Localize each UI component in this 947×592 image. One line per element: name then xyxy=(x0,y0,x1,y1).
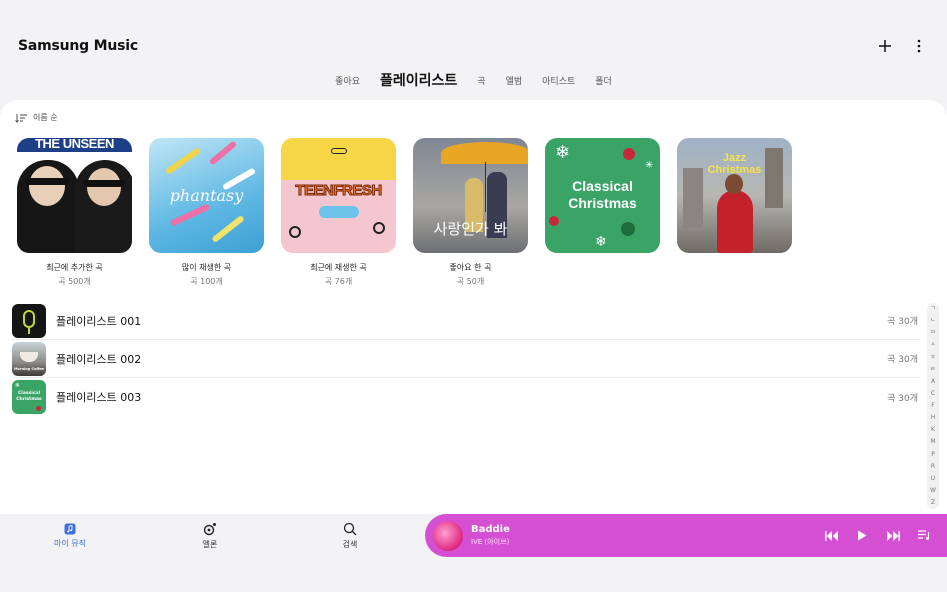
featured-card-classical-christmas[interactable]: ❄ ✳ ❄ Classical Christmas xyxy=(545,138,660,287)
top-actions xyxy=(875,36,929,56)
index-letter[interactable]: ㅌ xyxy=(930,366,936,373)
app-title: Samsung Music xyxy=(18,38,139,54)
now-playing-info: Baddie IVE (아이브) xyxy=(471,524,824,547)
playlist-title: 플레이리스트 002 xyxy=(56,352,142,366)
cover-text: Jazz Christmas xyxy=(707,152,762,176)
now-playing-title: Baddie xyxy=(471,524,510,535)
playlist-count: 곡 30개 xyxy=(887,317,918,327)
index-letter[interactable]: ㅅ xyxy=(930,342,936,348)
mini-player[interactable]: Baddie IVE (아이브) xyxy=(425,514,947,557)
featured-card-jazz-christmas[interactable]: Jazz Christmas xyxy=(677,138,792,287)
previous-track-icon[interactable] xyxy=(824,529,838,543)
index-letter[interactable]: W xyxy=(930,487,936,494)
melon-icon xyxy=(203,523,216,536)
featured-card-recently-added[interactable]: THE UNSEEN 최근에 추가한 곡 곡 500개 xyxy=(17,138,132,287)
playlist-content: 이름 순 THE UNSEEN 최근에 추가한 곡 곡 500개 phantas… xyxy=(0,100,947,514)
card-count: 곡 76개 xyxy=(324,277,353,286)
cover-text: THE UNSEEN xyxy=(35,138,114,151)
cover-text: Classical Christmas xyxy=(568,178,637,211)
index-letter[interactable]: U xyxy=(931,475,935,482)
album-cover: ❄ ✳ ❄ Classical Christmas xyxy=(545,138,660,253)
index-letter[interactable]: ㄱ xyxy=(930,306,936,312)
index-letter[interactable]: Z xyxy=(931,500,935,506)
playlist-row[interactable]: 플레이리스트 001 곡 30개 xyxy=(12,302,920,340)
cover-text: TEENFRESH xyxy=(295,182,383,200)
music-note-icon xyxy=(64,523,76,535)
play-icon[interactable] xyxy=(855,529,869,543)
playlist-thumbnail xyxy=(12,303,46,338)
playlist-count: 곡 30개 xyxy=(887,355,918,365)
sort-icon xyxy=(15,113,27,123)
card-count: 곡 100개 xyxy=(190,277,223,286)
player-controls xyxy=(824,529,931,543)
nav-label: 검색 xyxy=(342,540,358,549)
cover-text: phantasy xyxy=(169,186,244,205)
now-playing-artist: IVE (아이브) xyxy=(471,538,510,546)
playlist-list: 플레이리스트 001 곡 30개 Morning Coffee 플레이리스트 0… xyxy=(12,302,920,416)
tab-likes[interactable]: 좋아요 xyxy=(335,74,360,87)
playlist-title: 플레이리스트 001 xyxy=(56,314,142,328)
playlist-row[interactable]: Morning Coffee 플레이리스트 002 곡 30개 xyxy=(12,340,920,378)
featured-playlists: THE UNSEEN 최근에 추가한 곡 곡 500개 phantasy 많이 xyxy=(17,138,792,287)
index-letter[interactable]: K xyxy=(931,427,935,433)
index-letter[interactable]: ㅊ xyxy=(930,354,936,361)
index-letter[interactable]: ㅁ xyxy=(930,330,936,336)
index-letter[interactable]: C xyxy=(931,390,935,397)
sort-button[interactable]: 이름 순 xyxy=(15,112,58,123)
index-letter[interactable]: R xyxy=(931,463,935,470)
featured-card-recently-played[interactable]: TEENFRESH 최근에 재생한 곡 곡 76개 xyxy=(281,138,396,287)
queue-icon[interactable] xyxy=(917,529,931,543)
tab-playlists[interactable]: 플레이리스트 xyxy=(380,70,457,90)
card-title: 최근에 추가한 곡 xyxy=(46,263,103,272)
index-letter[interactable]: M xyxy=(930,439,935,445)
featured-card-liked-songs[interactable]: 사랑인가 봐 좋아요 한 곡 곡 50개 xyxy=(413,138,528,287)
album-cover: 사랑인가 봐 xyxy=(413,138,528,253)
nav-label: 멜론 xyxy=(202,540,218,549)
tab-songs[interactable]: 곡 xyxy=(477,74,485,87)
nav-my-music[interactable]: 마이 뮤직 xyxy=(0,514,140,558)
tab-albums[interactable]: 앨범 xyxy=(506,74,523,87)
next-track-icon[interactable] xyxy=(886,529,900,543)
album-cover: phantasy xyxy=(149,138,264,253)
thumbnail-text: Classical Christmas xyxy=(16,391,42,402)
bottom-navigation: 마이 뮤직 멜론 검색 xyxy=(0,514,420,558)
album-cover: Jazz Christmas xyxy=(677,138,792,253)
index-scroller[interactable]: ㄱㄴㅁㅅㅊㅌACFHKMPRUWZ xyxy=(927,303,939,509)
playlist-count: 곡 30개 xyxy=(887,393,918,404)
thumbnail-text: Morning Coffee xyxy=(13,366,45,371)
more-options-icon[interactable] xyxy=(909,36,929,56)
tab-artists[interactable]: 아티스트 xyxy=(542,74,575,87)
featured-card-most-played[interactable]: phantasy 많이 재생한 곡 곡 100개 xyxy=(149,138,264,287)
add-icon[interactable] xyxy=(875,36,895,56)
index-letter[interactable]: P xyxy=(931,451,935,458)
cover-text: 사랑인가 봐 xyxy=(433,220,508,238)
nav-melon[interactable]: 멜론 xyxy=(140,514,280,558)
index-letter[interactable]: ㄴ xyxy=(930,318,936,324)
card-count: 곡 500개 xyxy=(58,277,91,286)
card-count: 곡 50개 xyxy=(456,277,485,286)
playlist-thumbnail: Classical Christmas ❄ xyxy=(12,380,46,414)
nav-label: 마이 뮤직 xyxy=(54,539,86,548)
playlist-title: 플레이리스트 003 xyxy=(56,391,142,404)
nav-search[interactable]: 검색 xyxy=(280,514,420,558)
sort-label: 이름 순 xyxy=(33,113,58,122)
card-title: 많이 재생한 곡 xyxy=(181,263,232,272)
index-letter[interactable]: H xyxy=(931,415,936,421)
album-cover: TEENFRESH xyxy=(281,138,396,253)
album-cover: THE UNSEEN xyxy=(17,138,132,253)
now-playing-artwork xyxy=(433,520,463,551)
index-letter[interactable]: F xyxy=(931,403,934,409)
search-icon xyxy=(343,522,357,536)
card-title: 최근에 재생한 곡 xyxy=(310,263,367,272)
tab-folders[interactable]: 폴더 xyxy=(595,74,612,87)
playlist-row[interactable]: Classical Christmas ❄ 플레이리스트 003 곡 30개 xyxy=(12,378,920,416)
index-letter[interactable]: A xyxy=(931,378,935,385)
playlist-thumbnail: Morning Coffee xyxy=(12,341,46,376)
tab-bar: 좋아요 플레이리스트 곡 앨범 아티스트 폴더 xyxy=(0,70,947,90)
card-title: 좋아요 한 곡 xyxy=(449,263,492,272)
